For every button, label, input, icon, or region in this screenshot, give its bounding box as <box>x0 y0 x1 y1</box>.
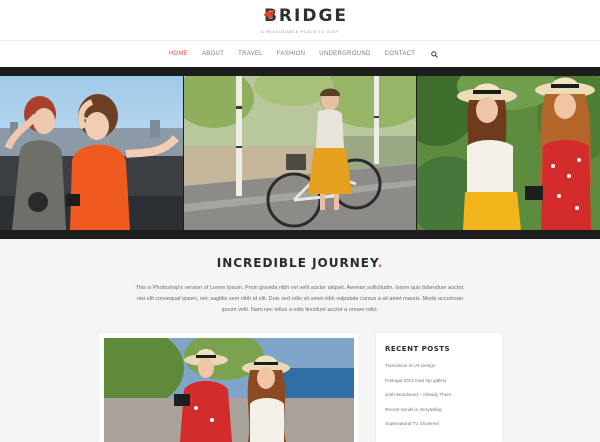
photo-two-women-camera <box>104 338 354 442</box>
recent-posts-list: Transitions in UX Design Portugal 2013 r… <box>385 363 451 436</box>
nav-item-home[interactable]: HOME <box>169 51 188 57</box>
nav-item-fashion[interactable]: FASHION <box>277 51 305 57</box>
nav-item-contact[interactable]: CONTACT <box>385 51 416 57</box>
photo-two-women-straw-hats[interactable] <box>417 76 600 230</box>
nav-item-about[interactable]: ABOUT <box>202 51 224 57</box>
main-navigation: HOME ABOUT TRAVEL FASHION UNDERGROUND CO… <box>0 40 600 67</box>
title-accent-dot: . <box>377 256 384 270</box>
recent-posts-widget: RECENT POSTS Transitions in UX Design Po… <box>376 333 502 442</box>
bird-logo-icon <box>264 9 276 20</box>
recent-post-link[interactable]: Recent trends in storytelling <box>385 407 451 422</box>
recent-post-link[interactable]: Josh Woodward – Already There <box>385 392 451 407</box>
nav-item-travel[interactable]: TRAVEL <box>238 51 263 57</box>
widget-title: RECENT POSTS <box>385 345 451 353</box>
site-logo[interactable]: BRIDGE <box>0 6 600 26</box>
search-icon[interactable] <box>431 50 439 58</box>
photo-woman-with-bicycle[interactable] <box>184 76 416 230</box>
featured-post-card[interactable] <box>99 333 359 442</box>
intro-paragraph: This is Photoshop's version of Lorem Ips… <box>135 285 465 313</box>
nav-item-underground[interactable]: UNDERGROUND <box>319 51 370 57</box>
recent-post-link[interactable]: Supernatural TV Showreel <box>385 421 451 436</box>
section-title-text: INCREDIBLE JOURNEY <box>216 256 378 270</box>
recent-post-link[interactable]: Transitions in UX Design <box>385 363 451 378</box>
section-title: INCREDIBLE JOURNEY. <box>0 256 600 270</box>
brand-tagline: A REASONABLE PLACE TO STAY <box>261 29 339 34</box>
recent-post-link[interactable]: Portugal 2013 road trip gallery <box>385 378 451 393</box>
photo-two-women-hand-glasses[interactable] <box>0 76 183 230</box>
hero-gallery <box>0 67 600 239</box>
site-header: BRIDGE A REASONABLE PLACE TO STAY <box>0 0 600 40</box>
